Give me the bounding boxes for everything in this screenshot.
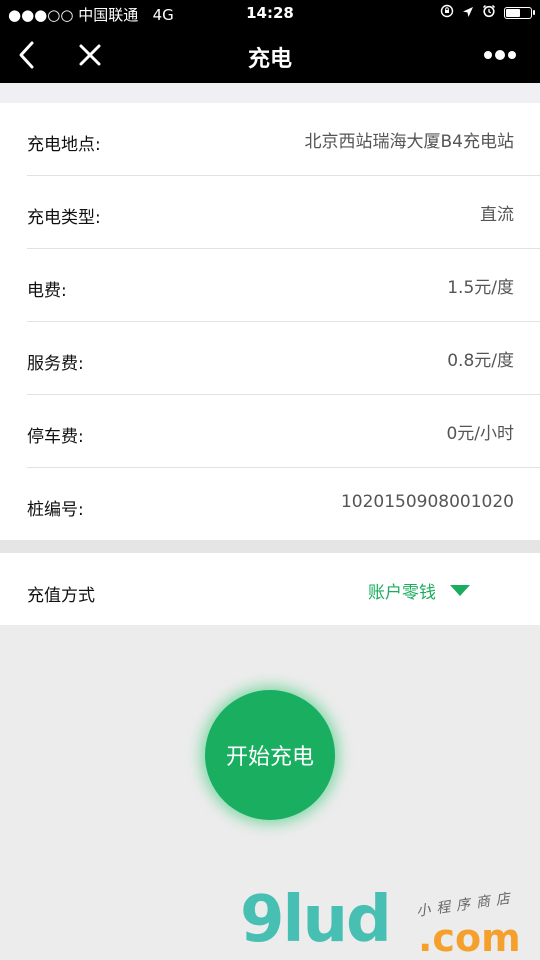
start-charging-button[interactable]: 开始充电 bbox=[205, 690, 335, 820]
location-icon bbox=[462, 4, 474, 22]
info-value: 直流 bbox=[480, 205, 514, 225]
top-spacer bbox=[0, 83, 540, 103]
info-value: 0元/小时 bbox=[446, 424, 514, 444]
info-row-pile-number: 桩编号: 1020150908001020 bbox=[0, 468, 540, 541]
info-value: 北京西站瑞海大厦B4充电站 bbox=[304, 132, 514, 152]
info-value: 0.8元/度 bbox=[447, 351, 514, 371]
more-button[interactable] bbox=[480, 36, 520, 74]
info-label: 服务费: bbox=[27, 354, 84, 374]
info-row-location: 充电地点: 北京西站瑞海大厦B4充电站 bbox=[0, 103, 540, 176]
info-row-electricity-fee: 电费: 1.5元/度 bbox=[0, 249, 540, 322]
info-label: 桩编号: bbox=[27, 500, 84, 520]
payment-method-label: 充值方式 bbox=[27, 586, 95, 606]
charging-info-card: 充电地点: 北京西站瑞海大厦B4充电站 充电类型: 直流 电费: 1.5元/度 … bbox=[0, 103, 540, 540]
section-gap bbox=[0, 540, 540, 553]
dropdown-triangle-icon bbox=[450, 584, 470, 596]
watermark-tld: .com bbox=[418, 916, 521, 960]
info-value: 1.5元/度 bbox=[447, 278, 514, 298]
battery-icon bbox=[504, 7, 535, 19]
payment-method-select[interactable]: 账户零钱 bbox=[368, 578, 470, 603]
info-row-parking-fee: 停车费: 0元/小时 bbox=[0, 395, 540, 468]
more-dots-icon bbox=[484, 50, 516, 60]
watermark-brand: 9lud bbox=[240, 883, 392, 957]
info-label: 充电地点: bbox=[27, 135, 101, 155]
watermark-logo: 9lud 小程序商店 .com bbox=[240, 880, 540, 960]
info-row-type: 充电类型: 直流 bbox=[0, 176, 540, 249]
navigation-bar: 充电 bbox=[0, 28, 540, 83]
info-row-service-fee: 服务费: 0.8元/度 bbox=[0, 322, 540, 395]
info-label: 电费: bbox=[27, 281, 67, 301]
alarm-icon bbox=[482, 4, 496, 22]
info-label: 停车费: bbox=[27, 427, 84, 447]
status-right bbox=[440, 4, 535, 22]
status-bar: ●●●○○ 中国联通 4G 14:28 bbox=[0, 0, 540, 28]
orientation-lock-icon bbox=[440, 4, 454, 22]
payment-method-row: 充值方式 账户零钱 bbox=[0, 553, 540, 625]
info-value: 1020150908001020 bbox=[340, 492, 514, 512]
payment-method-value: 账户零钱 bbox=[368, 583, 436, 603]
page-title: 充电 bbox=[247, 47, 292, 72]
info-label: 充电类型: bbox=[27, 208, 101, 228]
